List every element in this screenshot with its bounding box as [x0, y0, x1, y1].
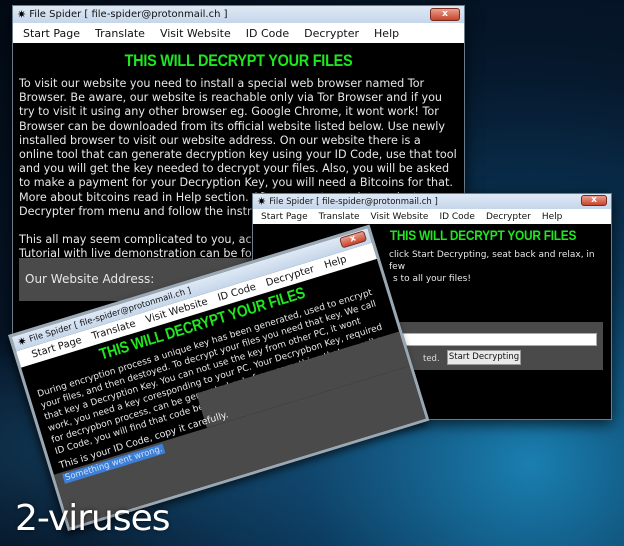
title-bar: ✷ File Spider [ file-spider@protonmail.c… [253, 194, 611, 209]
menu-visit-website[interactable]: Visit Website [160, 27, 231, 40]
menu-visit-website[interactable]: Visit Website [371, 212, 429, 222]
menu-translate[interactable]: Translate [319, 212, 360, 222]
menu-id-code[interactable]: ID Code [439, 212, 475, 222]
menu-decrypter[interactable]: Decrypter [304, 27, 359, 40]
close-button[interactable]: x [430, 8, 460, 21]
menu-help[interactable]: Help [542, 212, 563, 222]
start-decrypting-button[interactable]: Start Decrypting [447, 350, 521, 365]
window-title: File Spider [ file-spider@protonmail.ch … [269, 196, 438, 207]
text-line: s to all your files! [393, 274, 471, 284]
spider-icon: ✷ [15, 334, 29, 350]
close-button[interactable]: x [581, 195, 607, 206]
menu-decrypter[interactable]: Decrypter [486, 212, 531, 222]
watermark-logo: 2-viruses [15, 498, 171, 539]
text-line: click Start Decrypting, seat back and re… [389, 250, 595, 272]
address-label: Our Website Address: [25, 272, 155, 286]
menu-start-page[interactable]: Start Page [261, 212, 308, 222]
window-title: File Spider [ file-spider@protonmail.ch … [29, 9, 228, 20]
menu-help[interactable]: Help [374, 27, 399, 40]
menu-start-page[interactable]: Start Page [23, 27, 80, 40]
menu-id-code[interactable]: ID Code [246, 27, 289, 40]
decrypt-instructions: click Start Decrypting, seat back and re… [389, 249, 611, 285]
heading: THIS WILL DECRYPT YOUR FILES [124, 51, 353, 70]
decryption-key-input[interactable] [373, 333, 597, 346]
menu-bar: Start Page Translate Visit Website ID Co… [13, 23, 464, 43]
menu-translate[interactable]: Translate [95, 27, 145, 40]
menu-help[interactable]: Help [323, 254, 348, 271]
heading: THIS WILL DECRYPT YOUR FILES [389, 227, 577, 243]
title-bar: ✷ File Spider [ file-spider@protonmail.c… [13, 6, 464, 23]
status-text: ted. [423, 354, 440, 364]
spider-icon: ✷ [257, 195, 267, 208]
menu-bar: Start Page Translate Visit Website ID Co… [253, 209, 611, 224]
spider-icon: ✷ [17, 8, 27, 21]
